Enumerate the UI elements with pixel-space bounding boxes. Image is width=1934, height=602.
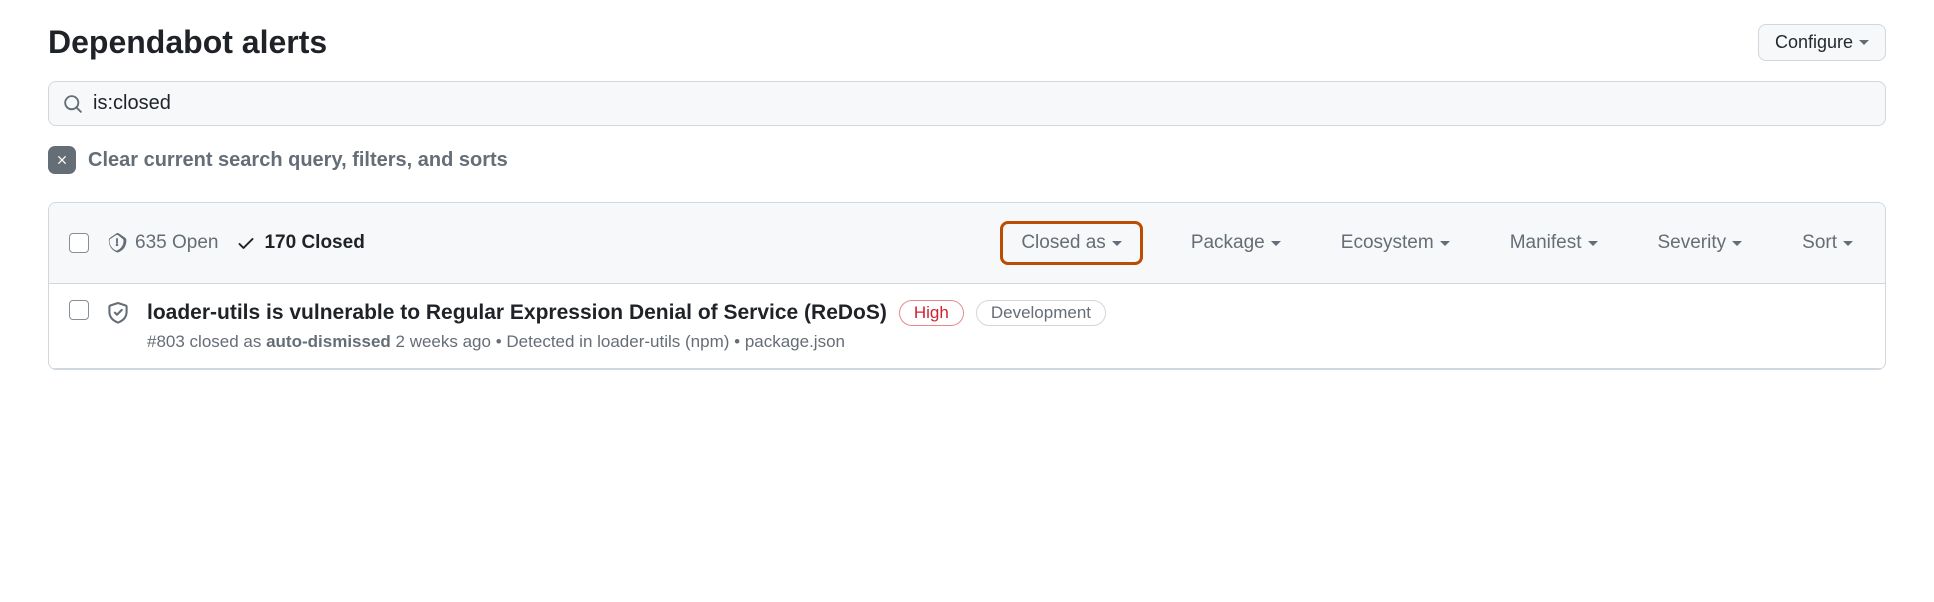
- filter-severity[interactable]: Severity: [1646, 226, 1755, 260]
- filter-closed-as-label: Closed as: [1021, 232, 1106, 254]
- caret-down-icon: [1732, 241, 1742, 246]
- dot-separator: •: [734, 332, 745, 351]
- alert-sub-detected: Detected in loader-utils (npm): [506, 332, 729, 351]
- closed-tab[interactable]: 170 Closed: [236, 232, 364, 254]
- dot-separator: •: [496, 332, 507, 351]
- shield-alert-icon: [107, 233, 127, 253]
- caret-down-icon: [1440, 241, 1450, 246]
- filter-severity-label: Severity: [1658, 232, 1727, 254]
- filter-manifest[interactable]: Manifest: [1498, 226, 1610, 260]
- shield-check-icon: [107, 300, 129, 324]
- alert-sub-status: auto-dismissed: [266, 332, 391, 351]
- alert-sub-prefix: #803 closed as: [147, 332, 266, 351]
- configure-button[interactable]: Configure: [1758, 24, 1886, 61]
- filter-ecosystem[interactable]: Ecosystem: [1329, 226, 1462, 260]
- scope-badge: Development: [976, 300, 1106, 326]
- alert-title-link[interactable]: loader-utils is vulnerable to Regular Ex…: [147, 301, 887, 325]
- alert-subtext: #803 closed as auto-dismissed 2 weeks ag…: [147, 332, 1865, 352]
- search-input[interactable]: [93, 92, 1871, 115]
- filter-bar: Closed as Package Ecosystem Manifest Sev…: [1000, 221, 1865, 265]
- close-icon: [48, 146, 76, 174]
- clear-filters-label: Clear current search query, filters, and…: [88, 149, 508, 172]
- caret-down-icon: [1843, 241, 1853, 246]
- check-icon: [236, 233, 256, 253]
- alert-sub-manifest: package.json: [745, 332, 845, 351]
- filter-ecosystem-label: Ecosystem: [1341, 232, 1434, 254]
- alerts-list: 635 Open 170 Closed Closed as Package Ec…: [48, 202, 1886, 370]
- caret-down-icon: [1859, 40, 1869, 45]
- severity-badge: High: [899, 300, 964, 326]
- search-icon: [63, 94, 83, 114]
- closed-count-label: 170 Closed: [264, 232, 364, 254]
- select-all-checkbox[interactable]: [69, 233, 89, 253]
- filter-sort[interactable]: Sort: [1790, 226, 1865, 260]
- alert-sub-time: 2 weeks ago: [391, 332, 491, 351]
- list-header: 635 Open 170 Closed Closed as Package Ec…: [49, 203, 1885, 284]
- search-input-container[interactable]: [48, 81, 1886, 126]
- open-count-label: 635 Open: [135, 232, 218, 254]
- alert-row: loader-utils is vulnerable to Regular Ex…: [49, 284, 1885, 369]
- row-checkbox[interactable]: [69, 300, 89, 320]
- filter-sort-label: Sort: [1802, 232, 1837, 254]
- clear-filters-link[interactable]: Clear current search query, filters, and…: [48, 146, 1886, 174]
- caret-down-icon: [1588, 241, 1598, 246]
- filter-package-label: Package: [1191, 232, 1265, 254]
- configure-label: Configure: [1775, 32, 1853, 53]
- filter-manifest-label: Manifest: [1510, 232, 1582, 254]
- filter-package[interactable]: Package: [1179, 226, 1293, 260]
- page-title: Dependabot alerts: [48, 24, 327, 61]
- filter-closed-as[interactable]: Closed as: [1000, 221, 1143, 265]
- open-tab[interactable]: 635 Open: [107, 232, 218, 254]
- caret-down-icon: [1271, 241, 1281, 246]
- caret-down-icon: [1112, 241, 1122, 246]
